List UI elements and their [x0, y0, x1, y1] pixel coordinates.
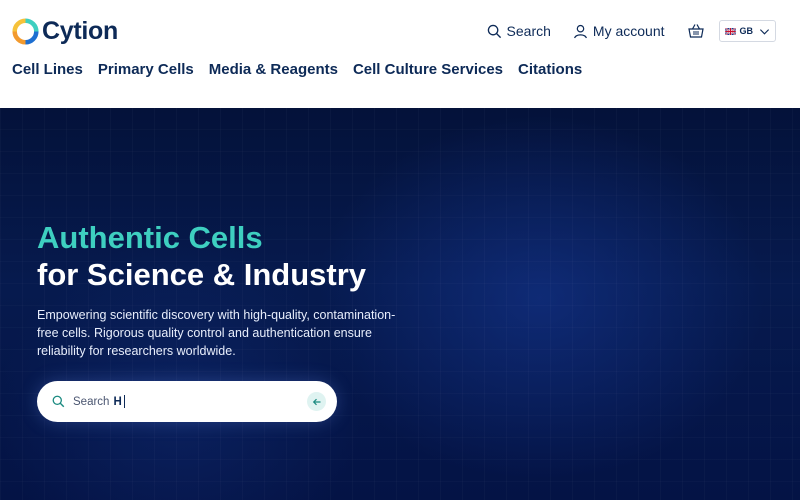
hero-search-label: Search [73, 395, 110, 408]
header-search-label: Search [506, 23, 551, 39]
hero-section: Authentic Cells for Science & Industry E… [0, 108, 800, 500]
user-icon [573, 24, 587, 38]
hero-title-accent: Authentic Cells [37, 220, 263, 255]
nav-item-cell-lines[interactable]: Cell Lines [12, 61, 83, 78]
brand-name: Cytion [42, 16, 118, 45]
text-cursor [123, 395, 125, 408]
nav-item-citations[interactable]: Citations [518, 61, 582, 78]
search-icon [487, 24, 501, 38]
nav-item-primary-cells[interactable]: Primary Cells [98, 61, 194, 78]
cytion-logo-icon [12, 17, 39, 45]
header-search-link[interactable]: Search [487, 23, 551, 39]
nav-item-media-reagents[interactable]: Media & Reagents [209, 61, 338, 78]
utility-bar: Search My account GB [487, 20, 776, 42]
language-code: GB [739, 26, 754, 36]
my-account-link[interactable]: My account [573, 23, 665, 39]
basket-icon[interactable] [687, 22, 705, 40]
main-nav: Cell Lines Primary Cells Media & Reagent… [12, 61, 597, 78]
nav-item-cell-culture-services[interactable]: Cell Culture Services [353, 61, 503, 78]
logo[interactable]: Cytion [12, 16, 118, 46]
uk-flag-icon [724, 27, 736, 35]
search-submit-button[interactable] [307, 392, 326, 411]
hero-title: for Science & Industry [37, 257, 367, 292]
arrow-left-icon [312, 398, 320, 405]
search-icon [52, 395, 65, 408]
language-selector[interactable]: GB [718, 20, 776, 42]
my-account-label: My account [592, 23, 665, 39]
hero-search-box[interactable]: Search H [37, 381, 337, 422]
hero-search-input[interactable]: H [113, 396, 121, 408]
hero-description: Empowering scientific discovery with hig… [37, 308, 396, 358]
hero-background-pattern [0, 108, 800, 500]
chevron-down-icon [759, 28, 770, 35]
site-header: Cytion Search My account GB Cell Lines P… [0, 0, 800, 108]
